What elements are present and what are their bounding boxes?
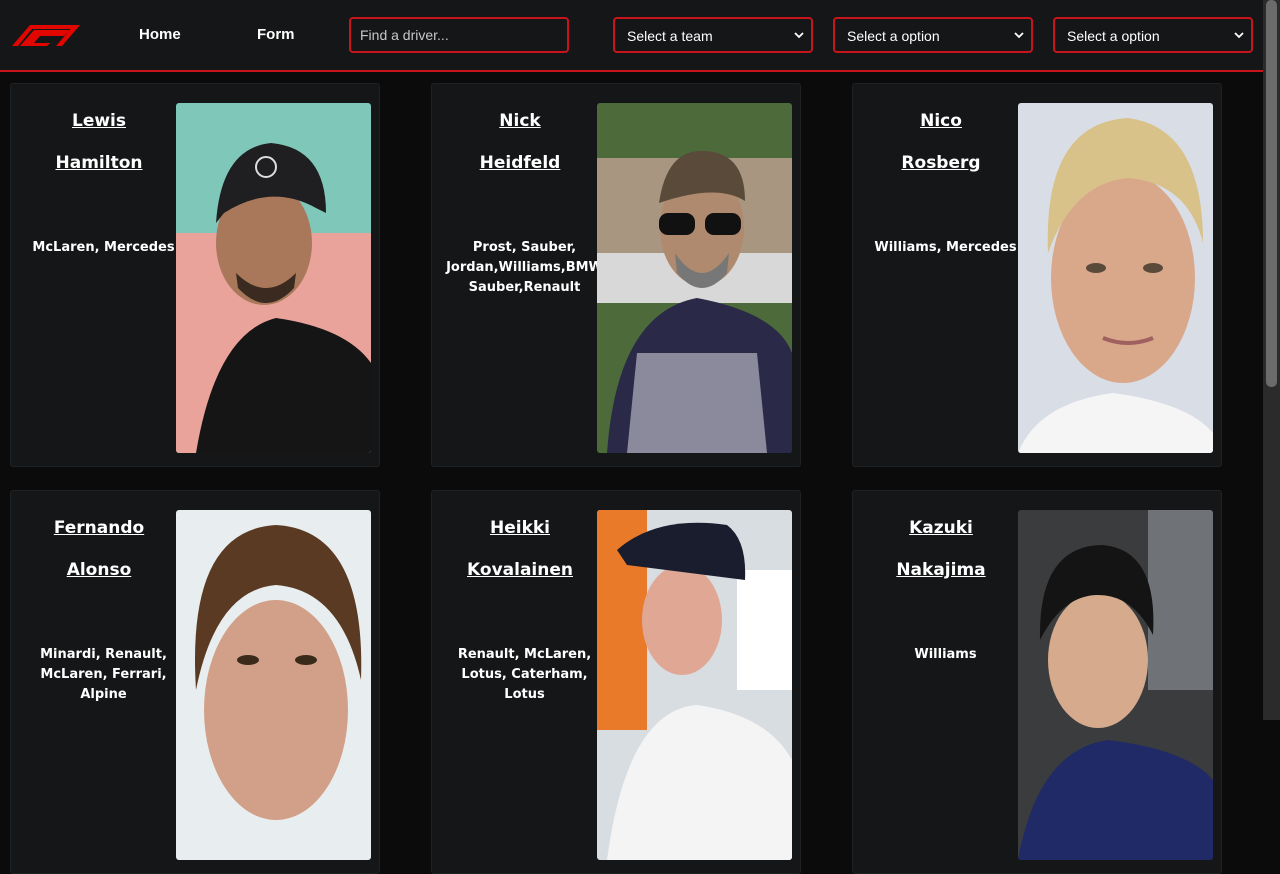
driver-teams: Prost, Sauber, Jordan,Williams,BMW Saube…: [442, 238, 607, 298]
driver-last-name-link[interactable]: Alonso: [11, 560, 187, 580]
team-line: McLaren, Mercedes: [32, 240, 175, 255]
team-select-label: Select a team: [627, 28, 713, 44]
f1-logo-icon[interactable]: [12, 24, 80, 46]
scrollbar-thumb[interactable]: [1266, 0, 1277, 387]
driver-first-name-link[interactable]: Fernando: [11, 518, 187, 538]
driver-teams: Renault, McLaren, Lotus, Caterham, Lotus: [442, 645, 607, 705]
team-line: Renault, McLaren,: [457, 647, 592, 662]
driver-search-input[interactable]: [349, 17, 569, 53]
driver-photo: [1018, 510, 1213, 860]
driver-teams: Williams, Mercedes: [863, 238, 1028, 258]
driver-last-name-link[interactable]: Kovalainen: [432, 560, 608, 580]
driver-first-name-link[interactable]: Nico: [853, 111, 1029, 131]
team-line: Lotus: [504, 687, 545, 702]
driver-teams: Williams: [863, 645, 1028, 665]
team-line: Sauber,Renault: [468, 280, 581, 295]
driver-card[interactable]: Lewis Hamilton McLaren, Mercedes: [10, 83, 380, 467]
driver-teams: Minardi, Renault, McLaren, Ferrari, Alpi…: [21, 645, 186, 705]
team-select[interactable]: Select a team: [613, 17, 813, 53]
driver-teams: McLaren, Mercedes: [21, 238, 186, 258]
driver-photo: [597, 510, 792, 860]
driver-last-name-link[interactable]: Nakajima: [853, 560, 1029, 580]
driver-photo: [597, 103, 792, 453]
option-select-1[interactable]: Select a option: [833, 17, 1033, 53]
driver-first-name-link[interactable]: Lewis: [11, 111, 187, 131]
nav-form-link[interactable]: Form: [257, 26, 295, 43]
team-line: Alpine: [80, 687, 127, 702]
option-select-2[interactable]: Select a option: [1053, 17, 1253, 53]
driver-photo: [1018, 103, 1213, 453]
driver-first-name-link[interactable]: Kazuki: [853, 518, 1029, 538]
chevron-down-icon: [794, 32, 804, 39]
driver-photo: [176, 510, 371, 860]
navbar: Home Form Select a team Select a option …: [0, 0, 1263, 72]
driver-card[interactable]: Kazuki Nakajima Williams: [852, 490, 1222, 874]
team-line: Lotus, Caterham,: [461, 667, 588, 682]
team-line: Williams: [914, 647, 977, 662]
chevron-down-icon: [1234, 32, 1244, 39]
team-line: Prost, Sauber,: [472, 240, 577, 255]
driver-card[interactable]: Nico Rosberg Williams, Mercedes: [852, 83, 1222, 467]
driver-photo: [176, 103, 371, 453]
driver-card[interactable]: Fernando Alonso Minardi, Renault, McLare…: [10, 490, 380, 874]
driver-last-name-link[interactable]: Hamilton: [11, 153, 187, 173]
driver-card[interactable]: Heikki Kovalainen Renault, McLaren, Lotu…: [431, 490, 801, 874]
driver-last-name-link[interactable]: Rosberg: [853, 153, 1029, 173]
chevron-down-icon: [1014, 32, 1024, 39]
driver-first-name-link[interactable]: Nick: [432, 111, 608, 131]
option-select-1-label: Select a option: [847, 28, 940, 44]
team-line: McLaren, Ferrari,: [40, 667, 167, 682]
driver-last-name-link[interactable]: Heidfeld: [432, 153, 608, 173]
nav-home-link[interactable]: Home: [139, 26, 181, 43]
team-line: Williams, Mercedes: [874, 240, 1017, 255]
driver-card[interactable]: Nick Heidfeld Prost, Sauber, Jordan,Will…: [431, 83, 801, 467]
driver-first-name-link[interactable]: Heikki: [432, 518, 608, 538]
option-select-2-label: Select a option: [1067, 28, 1160, 44]
team-line: Minardi, Renault,: [40, 647, 167, 662]
page-scrollbar[interactable]: [1263, 0, 1280, 720]
team-line: Jordan,Williams,BMW: [446, 260, 603, 275]
